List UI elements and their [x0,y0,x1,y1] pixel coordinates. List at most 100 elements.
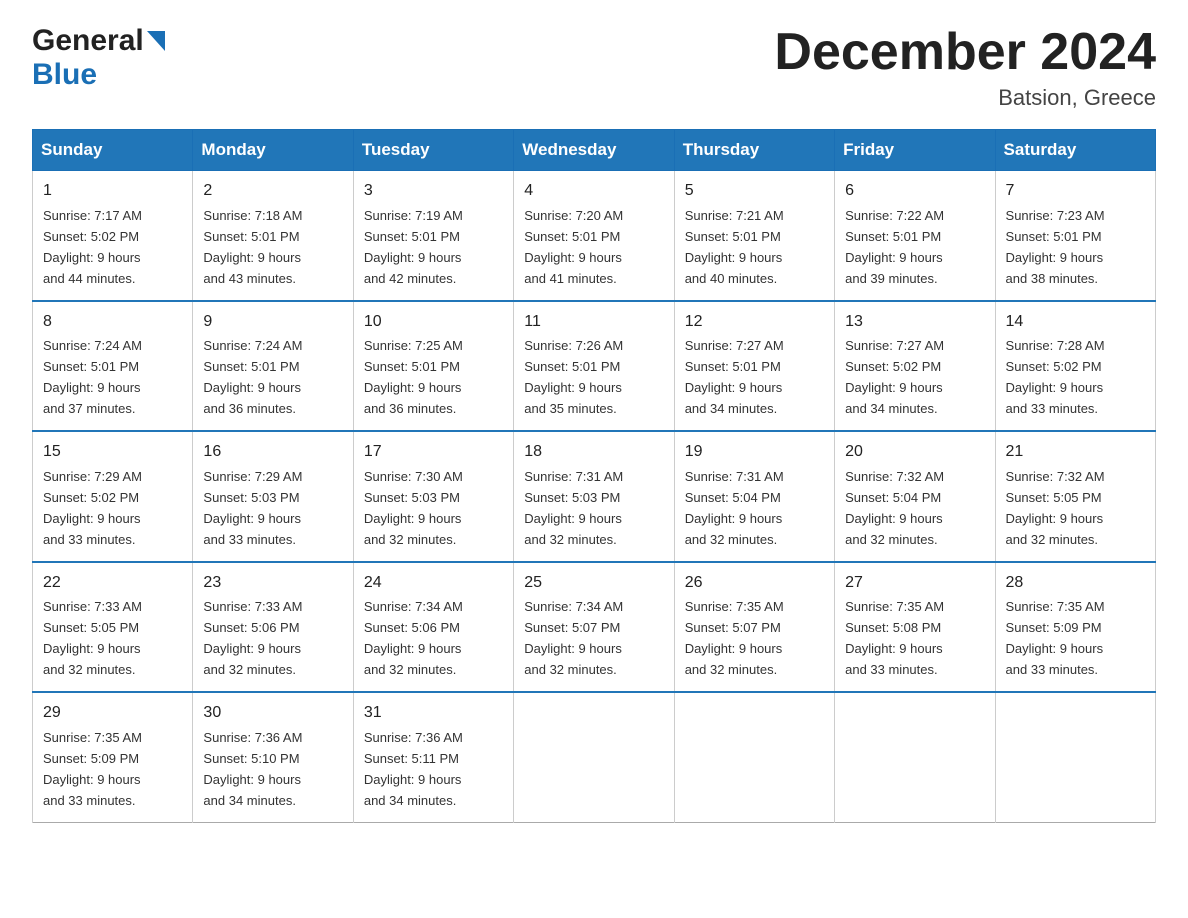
day-number: 18 [524,440,663,465]
calendar-cell: 15 Sunrise: 7:29 AMSunset: 5:02 PMDayligh… [33,431,193,561]
calendar-cell: 2 Sunrise: 7:18 AMSunset: 5:01 PMDaylight… [193,171,353,301]
day-info: Sunrise: 7:19 AMSunset: 5:01 PMDaylight:… [364,208,463,286]
calendar-cell: 26Sunrise: 7:35 AMSunset: 5:07 PMDayligh… [674,562,834,692]
calendar-cell: 8 Sunrise: 7:24 AMSunset: 5:01 PMDaylight… [33,301,193,431]
calendar-week-3: 15 Sunrise: 7:29 AMSunset: 5:02 PMDayligh… [33,431,1156,561]
calendar-cell: 7 Sunrise: 7:23 AMSunset: 5:01 PMDaylight… [995,171,1155,301]
day-number: 31 [364,701,503,726]
day-number: 2 [203,179,342,204]
day-number: 21 [1006,440,1145,465]
day-number: 30 [203,701,342,726]
calendar-cell: 31Sunrise: 7:36 AMSunset: 5:11 PMDayligh… [353,692,513,822]
calendar-cell: 21 Sunrise: 7:32 AMSunset: 5:05 PMDayligh… [995,431,1155,561]
calendar-week-1: 1Sunrise: 7:17 AMSunset: 5:02 PMDaylight… [33,171,1156,301]
day-info: Sunrise: 7:27 AMSunset: 5:02 PMDaylight:… [845,338,944,416]
day-number: 15 [43,440,182,465]
day-info: Sunrise: 7:22 AMSunset: 5:01 PMDaylight:… [845,208,944,286]
calendar-week-2: 8 Sunrise: 7:24 AMSunset: 5:01 PMDaylight… [33,301,1156,431]
day-info: Sunrise: 7:34 AMSunset: 5:07 PMDaylight:… [524,599,623,677]
calendar-cell: 22 Sunrise: 7:33 AMSunset: 5:05 PMDayligh… [33,562,193,692]
day-number: 9 [203,310,342,335]
calendar-cell [674,692,834,822]
day-number: 20 [845,440,984,465]
logo-general-text: General [32,24,144,58]
day-number: 5 [685,179,824,204]
day-number: 24 [364,571,503,596]
calendar-cell: 27Sunrise: 7:35 AMSunset: 5:08 PMDayligh… [835,562,995,692]
day-info: Sunrise: 7:32 AMSunset: 5:05 PMDaylight:… [1006,469,1105,547]
day-info: Sunrise: 7:35 AMSunset: 5:08 PMDaylight:… [845,599,944,677]
day-info: Sunrise: 7:32 AMSunset: 5:04 PMDaylight:… [845,469,944,547]
day-info: Sunrise: 7:35 AMSunset: 5:09 PMDaylight:… [43,730,142,808]
day-number: 12 [685,310,824,335]
calendar-cell [835,692,995,822]
calendar-cell: 3 Sunrise: 7:19 AMSunset: 5:01 PMDaylight… [353,171,513,301]
day-number: 1 [43,179,182,204]
calendar-cell: 12 Sunrise: 7:27 AMSunset: 5:01 PMDayligh… [674,301,834,431]
calendar-cell: 16Sunrise: 7:29 AMSunset: 5:03 PMDayligh… [193,431,353,561]
calendar-cell: 17 Sunrise: 7:30 AMSunset: 5:03 PMDayligh… [353,431,513,561]
day-info: Sunrise: 7:26 AMSunset: 5:01 PMDaylight:… [524,338,623,416]
col-header-wednesday: Wednesday [514,130,674,171]
day-info: Sunrise: 7:29 AMSunset: 5:03 PMDaylight:… [203,469,302,547]
day-info: Sunrise: 7:30 AMSunset: 5:03 PMDaylight:… [364,469,463,547]
calendar-week-5: 29Sunrise: 7:35 AMSunset: 5:09 PMDayligh… [33,692,1156,822]
day-number: 25 [524,571,663,596]
calendar-cell: 6 Sunrise: 7:22 AMSunset: 5:01 PMDaylight… [835,171,995,301]
day-info: Sunrise: 7:23 AMSunset: 5:01 PMDaylight:… [1006,208,1105,286]
col-header-tuesday: Tuesday [353,130,513,171]
month-title: December 2024 [774,24,1156,81]
calendar-cell: 24 Sunrise: 7:34 AMSunset: 5:06 PMDayligh… [353,562,513,692]
calendar-cell: 29Sunrise: 7:35 AMSunset: 5:09 PMDayligh… [33,692,193,822]
calendar-cell: 25 Sunrise: 7:34 AMSunset: 5:07 PMDayligh… [514,562,674,692]
day-info: Sunrise: 7:34 AMSunset: 5:06 PMDaylight:… [364,599,463,677]
calendar-header-row: SundayMondayTuesdayWednesdayThursdayFrid… [33,130,1156,171]
day-info: Sunrise: 7:24 AMSunset: 5:01 PMDaylight:… [43,338,142,416]
location-title: Batsion, Greece [774,85,1156,111]
day-info: Sunrise: 7:31 AMSunset: 5:04 PMDaylight:… [685,469,784,547]
day-info: Sunrise: 7:33 AMSunset: 5:06 PMDaylight:… [203,599,302,677]
calendar-cell: 28Sunrise: 7:35 AMSunset: 5:09 PMDayligh… [995,562,1155,692]
day-info: Sunrise: 7:25 AMSunset: 5:01 PMDaylight:… [364,338,463,416]
calendar-cell: 4Sunrise: 7:20 AMSunset: 5:01 PMDaylight… [514,171,674,301]
col-header-sunday: Sunday [33,130,193,171]
calendar-cell: 14 Sunrise: 7:28 AMSunset: 5:02 PMDayligh… [995,301,1155,431]
calendar-cell: 11 Sunrise: 7:26 AMSunset: 5:01 PMDayligh… [514,301,674,431]
col-header-saturday: Saturday [995,130,1155,171]
day-info: Sunrise: 7:18 AMSunset: 5:01 PMDaylight:… [203,208,302,286]
day-info: Sunrise: 7:29 AMSunset: 5:02 PMDaylight:… [43,469,142,547]
calendar-week-4: 22 Sunrise: 7:33 AMSunset: 5:05 PMDayligh… [33,562,1156,692]
calendar-cell: 1Sunrise: 7:17 AMSunset: 5:02 PMDaylight… [33,171,193,301]
logo-blue-text: Blue [32,58,97,92]
calendar-cell: 23Sunrise: 7:33 AMSunset: 5:06 PMDayligh… [193,562,353,692]
day-info: Sunrise: 7:33 AMSunset: 5:05 PMDaylight:… [43,599,142,677]
day-number: 3 [364,179,503,204]
calendar-cell: 20 Sunrise: 7:32 AMSunset: 5:04 PMDayligh… [835,431,995,561]
day-number: 6 [845,179,984,204]
day-info: Sunrise: 7:20 AMSunset: 5:01 PMDaylight:… [524,208,623,286]
logo: General Blue [32,24,165,92]
day-number: 8 [43,310,182,335]
calendar-cell [995,692,1155,822]
col-header-friday: Friday [835,130,995,171]
day-info: Sunrise: 7:28 AMSunset: 5:02 PMDaylight:… [1006,338,1105,416]
calendar-cell: 30 Sunrise: 7:36 AMSunset: 5:10 PMDayligh… [193,692,353,822]
calendar-cell: 5 Sunrise: 7:21 AMSunset: 5:01 PMDaylight… [674,171,834,301]
col-header-thursday: Thursday [674,130,834,171]
day-info: Sunrise: 7:35 AMSunset: 5:09 PMDaylight:… [1006,599,1105,677]
day-number: 19 [685,440,824,465]
day-number: 22 [43,571,182,596]
page-header: General Blue December 2024 Batsion, Gree… [32,24,1156,111]
calendar-cell: 10Sunrise: 7:25 AMSunset: 5:01 PMDayligh… [353,301,513,431]
day-info: Sunrise: 7:21 AMSunset: 5:01 PMDaylight:… [685,208,784,286]
day-number: 17 [364,440,503,465]
calendar-cell: 18 Sunrise: 7:31 AMSunset: 5:03 PMDayligh… [514,431,674,561]
day-info: Sunrise: 7:36 AMSunset: 5:10 PMDaylight:… [203,730,302,808]
day-number: 14 [1006,310,1145,335]
day-number: 7 [1006,179,1145,204]
day-info: Sunrise: 7:31 AMSunset: 5:03 PMDaylight:… [524,469,623,547]
col-header-monday: Monday [193,130,353,171]
day-info: Sunrise: 7:27 AMSunset: 5:01 PMDaylight:… [685,338,784,416]
day-number: 11 [524,310,663,335]
day-number: 26 [685,571,824,596]
